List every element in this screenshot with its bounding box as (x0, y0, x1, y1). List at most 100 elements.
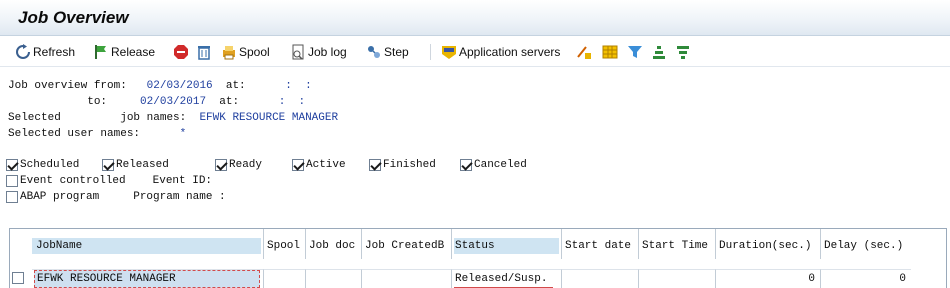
status-canceled[interactable]: Canceled (460, 159, 527, 171)
column-header-label: Job doc (309, 240, 356, 252)
duration-value: 0 (808, 273, 815, 285)
cell-job-name[interactable]: EFWK RESOURCE MANAGER (32, 269, 264, 288)
to-date: 02/03/2017 (140, 96, 207, 108)
abap-program-checkbox[interactable] (6, 191, 18, 203)
to-at-label: at: (219, 96, 240, 108)
selected-user-names-row: Selected user names: * (8, 128, 186, 140)
canceled-label: Canceled (474, 159, 527, 171)
released-label: Released (116, 159, 169, 171)
column-header-duration[interactable]: Duration(sec.) (716, 229, 821, 259)
title-bar: Job Overview (0, 0, 950, 36)
release-label: Release (111, 45, 156, 59)
table-layout-button[interactable] (602, 42, 618, 62)
stop-button[interactable] (173, 42, 189, 62)
release-button[interactable]: Release (93, 42, 155, 62)
refresh-label: Refresh (33, 45, 76, 59)
abap-program-row: ABAP program Program name : (6, 191, 226, 203)
job-log-button[interactable]: Job log (290, 42, 347, 62)
column-header-status[interactable]: Status (452, 229, 562, 259)
job-table: JobName Spool Job doc Job CreatedB Statu… (9, 228, 947, 288)
sort-descending-icon (677, 46, 689, 59)
active-label: Active (306, 159, 346, 171)
cell-start-date[interactable] (562, 269, 639, 288)
event-controlled-row: Event controlled Event ID: (6, 175, 212, 187)
refresh-button[interactable]: Refresh (15, 42, 75, 62)
job-names-label: job names: (120, 112, 187, 124)
status-finished[interactable]: Finished (369, 159, 436, 171)
column-header-delay[interactable]: Delay (sec.) (821, 229, 911, 259)
column-header-label: Duration(sec.) (719, 240, 812, 252)
grid-icon (602, 45, 618, 59)
job-log-label: Job log (308, 45, 347, 59)
job-names-value: EFWK RESOURCE MANAGER (199, 112, 339, 124)
row-select-checkbox[interactable] (12, 272, 24, 284)
column-header-label: Status (455, 240, 495, 252)
column-header-start-time[interactable]: Start Time (639, 229, 716, 259)
finished-checkbox[interactable] (369, 159, 381, 171)
scheduled-checkbox[interactable] (6, 159, 18, 171)
abap-program-label: ABAP program (20, 191, 100, 203)
status-ready[interactable]: Ready (215, 159, 262, 171)
toolbar-separator (430, 44, 431, 60)
column-header-label: Job CreatedB (365, 240, 445, 252)
status-released[interactable]: Released (102, 159, 169, 171)
column-header-jobname[interactable]: JobName (10, 229, 264, 259)
scheduled-label: Scheduled (20, 159, 80, 171)
to-time: : : (278, 96, 306, 108)
refresh-icon (16, 44, 30, 59)
application-servers-label: Application servers (459, 45, 561, 59)
event-id-label: Event ID: (152, 175, 213, 187)
job-log-icon (292, 44, 304, 60)
program-name-label: Program name : (133, 191, 226, 203)
column-header-start-date[interactable]: Start date (562, 229, 639, 259)
application-toolbar: Refresh Release Spool Job log Step Appli… (0, 37, 950, 67)
column-header-job-created-by[interactable]: Job CreatedB (362, 229, 452, 259)
sort-descending-button[interactable] (675, 42, 691, 62)
ready-checkbox[interactable] (215, 159, 227, 171)
job-name-value: EFWK RESOURCE MANAGER (37, 273, 176, 285)
cell-duration[interactable]: 0 (716, 269, 821, 288)
sort-ascending-button[interactable] (651, 42, 667, 62)
step-button[interactable]: Step (366, 42, 409, 62)
cell-job-doc[interactable] (306, 269, 362, 288)
job-overview-from-row: Job overview from: 02/03/2016 at: : : (8, 80, 312, 92)
page-title: Job Overview (18, 8, 129, 27)
spool-button[interactable]: Spool (221, 42, 270, 62)
delete-button[interactable] (196, 42, 212, 62)
cell-created-by[interactable] (362, 269, 452, 288)
canceled-checkbox[interactable] (460, 159, 472, 171)
spool-label: Spool (239, 45, 270, 59)
cell-spool[interactable] (264, 269, 306, 288)
find-button[interactable] (576, 42, 592, 62)
filter-icon (628, 46, 642, 58)
column-header-label: Start Time (642, 240, 709, 252)
column-header-job-doc[interactable]: Job doc (306, 229, 362, 259)
user-names-value: * (179, 128, 187, 140)
from-time: : : (285, 80, 312, 92)
ready-label: Ready (229, 159, 263, 171)
cell-delay[interactable]: 0 (821, 269, 911, 288)
column-header-label: JobName (36, 240, 83, 252)
column-header-label: Spool (267, 240, 301, 252)
trash-icon (198, 46, 210, 60)
status-value: Released/Susp. (455, 273, 548, 285)
selected-label: Selected (8, 112, 61, 124)
stop-icon (174, 45, 188, 59)
from-at-label: at: (225, 80, 246, 92)
filter-button[interactable] (627, 42, 643, 62)
step-icon (368, 46, 380, 58)
column-header-label: Delay (sec.) (824, 240, 904, 252)
cell-status[interactable]: Released/Susp. (452, 269, 562, 288)
to-label: to: (87, 96, 108, 108)
application-servers-button[interactable]: Application servers (441, 42, 560, 62)
spool-icon (223, 46, 235, 60)
event-controlled-checkbox[interactable] (6, 175, 18, 187)
server-icon (442, 46, 456, 59)
column-header-spool[interactable]: Spool (264, 229, 306, 259)
from-date: 02/03/2016 (146, 80, 213, 92)
status-active[interactable]: Active (292, 159, 346, 171)
released-checkbox[interactable] (102, 159, 114, 171)
cell-start-time[interactable] (639, 269, 716, 288)
status-scheduled[interactable]: Scheduled (6, 159, 79, 171)
active-checkbox[interactable] (292, 159, 304, 171)
